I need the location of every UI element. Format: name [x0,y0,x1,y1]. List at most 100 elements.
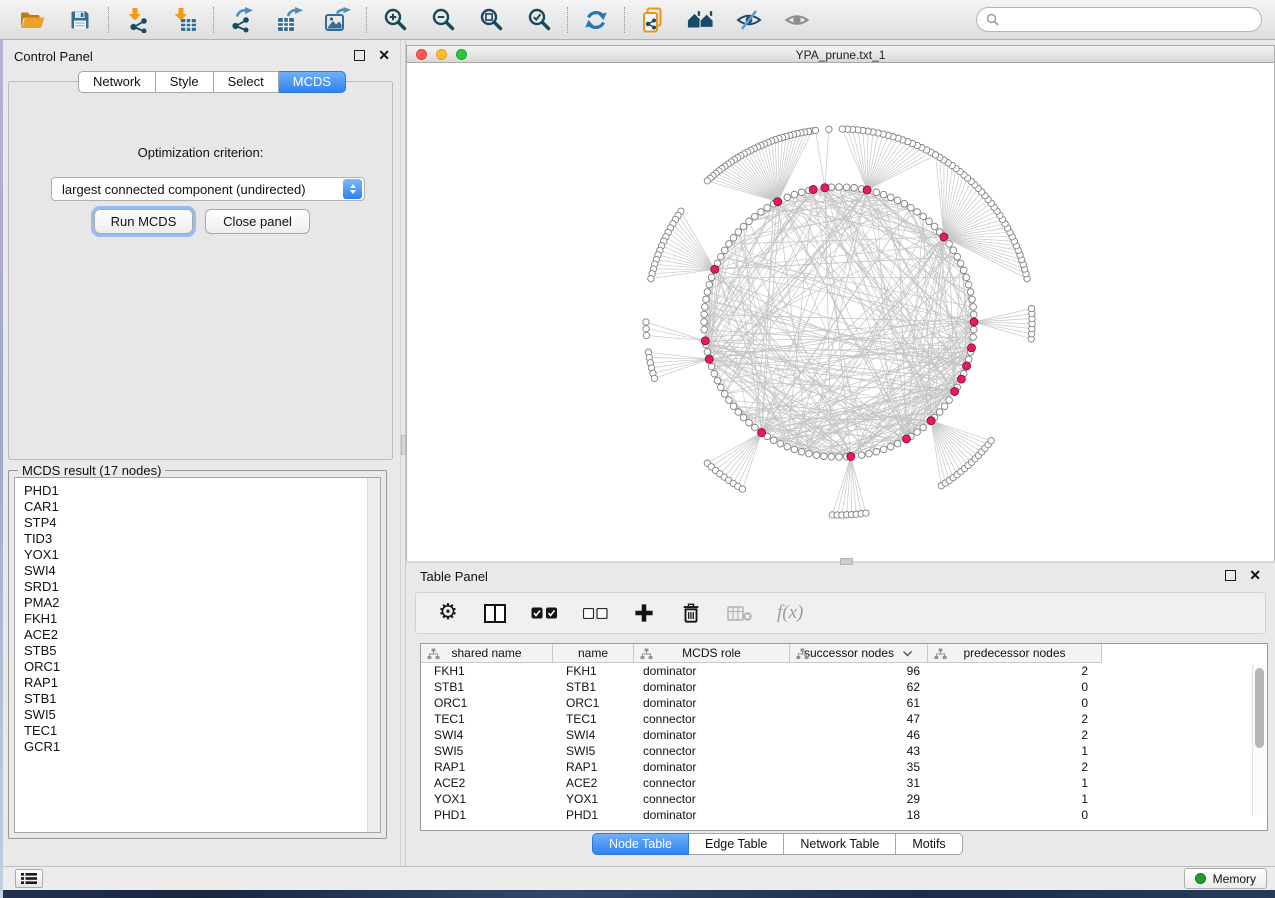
scrollbar-thumb[interactable] [1255,668,1264,748]
table-row[interactable]: ACE2ACE2connector311 [421,775,1267,791]
mcds-result-item[interactable]: RAP1 [24,675,380,691]
column-header-predecessor-nodes[interactable]: predecessor nodes [928,644,1102,663]
close-panel-button-mcds[interactable]: Close panel [205,209,310,234]
table-row[interactable]: SWI4SWI4dominator462 [421,727,1267,743]
table-cell: TEC1 [553,712,634,726]
table-cell: 1 [928,792,1102,806]
toolbar-group [109,6,213,34]
toolbar-group [568,6,624,34]
table-row[interactable]: TEC1TEC1connector472 [421,711,1267,727]
task-history-button[interactable] [15,869,43,888]
mcds-result-item[interactable]: STB5 [24,643,380,659]
table-header-row: shared namenameMCDS rolesuccessor nodesp… [421,644,1267,663]
table-row[interactable]: FKH1FKH1dominator962 [421,663,1267,679]
save-session-icon[interactable] [66,6,94,34]
table-row[interactable]: ORC1ORC1dominator610 [421,695,1267,711]
mcds-result-item[interactable]: CAR1 [24,499,380,515]
mcds-result-item[interactable]: GCR1 [24,739,380,755]
export-image-icon[interactable] [324,6,352,34]
mcds-result-item[interactable]: SWI5 [24,707,380,723]
function-builder-icon: f(x) [777,601,803,625]
network-graph[interactable] [407,63,1275,561]
zoom-in-icon[interactable] [381,6,409,34]
tab-network-table[interactable]: Network Table [784,833,896,855]
network-view-canvas[interactable] [406,63,1275,561]
table-cell: 96 [790,664,928,678]
mcds-result-item[interactable]: ORC1 [24,659,380,675]
open-file-icon[interactable] [18,6,46,34]
zoom-selected-icon[interactable] [525,6,553,34]
float-panel-button[interactable] [354,50,365,61]
table-cell: 46 [790,728,928,742]
show-all-icon[interactable] [783,6,811,34]
close-panel-button[interactable]: ✕ [378,50,390,61]
mcds-result-group: MCDS result (17 nodes) PHD1CAR1STP4TID3Y… [8,470,387,839]
tab-style[interactable]: Style [156,71,214,93]
column-header-name[interactable]: name [553,644,634,663]
float-table-panel-button[interactable] [1225,570,1236,581]
network-column-icon [934,648,947,663]
mcds-result-item[interactable]: YOX1 [24,547,380,563]
mcds-result-list[interactable]: PHD1CAR1STP4TID3YOX1SWI4SRD1PMA2FKH1ACE2… [14,477,381,833]
table-cell: 43 [790,744,928,758]
select-all-icon[interactable] [531,601,558,625]
application-window: Control Panel ✕ NetworkStyleSelectMCDS O… [0,0,1275,898]
search-icon [986,13,999,26]
memory-button[interactable]: Memory [1184,868,1267,889]
delete-column-icon[interactable] [680,601,702,625]
table-cell: 2 [928,728,1102,742]
column-header-successor-nodes[interactable]: successor nodes [790,644,928,663]
tab-node-table[interactable]: Node Table [592,833,689,855]
export-table-icon[interactable] [276,6,304,34]
table-row[interactable]: SWI5SWI5connector431 [421,743,1267,759]
deselect-all-icon[interactable] [583,601,608,625]
control-panel-title: Control Panel [14,49,93,64]
toolbar-group [625,6,825,34]
mcds-result-item[interactable]: ACE2 [24,627,380,643]
criterion-select[interactable]: largest connected component (undirected) [51,177,365,201]
mcds-result-item[interactable]: STB1 [24,691,380,707]
table-scrollbar[interactable] [1252,664,1266,816]
clone-network-icon[interactable] [639,6,667,34]
zoom-fit-icon[interactable] [477,6,505,34]
zoom-out-icon[interactable] [429,6,457,34]
run-mcds-button[interactable]: Run MCDS [94,209,193,234]
gear-icon[interactable]: ⚙ [437,601,459,625]
table-row[interactable]: YOX1YOX1connector291 [421,791,1267,807]
hide-selected-icon[interactable] [735,6,763,34]
network-window-titlebar[interactable]: YPA_prune.txt_1 [406,45,1275,63]
tab-edge-table[interactable]: Edge Table [689,833,784,855]
mcds-result-item[interactable]: SRD1 [24,579,380,595]
split-columns-icon[interactable] [484,601,506,625]
tab-motifs[interactable]: Motifs [896,833,962,855]
tab-select[interactable]: Select [214,71,279,93]
table-cell: ORC1 [421,696,553,710]
mcds-result-item[interactable]: SWI4 [24,563,380,579]
list-scrollbar[interactable] [367,478,380,832]
mcds-result-item[interactable]: TEC1 [24,723,380,739]
mcds-result-item[interactable]: PHD1 [24,483,380,499]
destroy-table-icon [727,601,752,625]
column-header-shared-name[interactable]: shared name [421,644,553,663]
network-column-icon [427,648,440,663]
import-table-icon[interactable] [171,6,199,34]
mcds-result-item[interactable]: PMA2 [24,595,380,611]
search-box[interactable] [976,7,1262,32]
mcds-result-item[interactable]: STP4 [24,515,380,531]
mcds-result-item[interactable]: TID3 [24,531,380,547]
export-network-icon[interactable] [228,6,256,34]
table-cell: dominator [634,760,790,774]
close-table-panel-button[interactable]: ✕ [1249,570,1261,581]
mcds-result-item[interactable]: FKH1 [24,611,380,627]
tab-network[interactable]: Network [78,71,156,93]
search-input[interactable] [1005,10,1261,30]
import-network-icon[interactable] [123,6,151,34]
tab-mcds[interactable]: MCDS [279,71,346,93]
table-row[interactable]: RAP1RAP1dominator352 [421,759,1267,775]
apply-layout-icon[interactable] [582,6,610,34]
add-column-icon[interactable] [633,601,655,625]
column-header-MCDS-role[interactable]: MCDS role [634,644,790,663]
table-row[interactable]: STB1STB1dominator620 [421,679,1267,695]
table-row[interactable]: PHD1PHD1dominator180 [421,807,1267,823]
first-neighbors-icon[interactable] [687,6,715,34]
